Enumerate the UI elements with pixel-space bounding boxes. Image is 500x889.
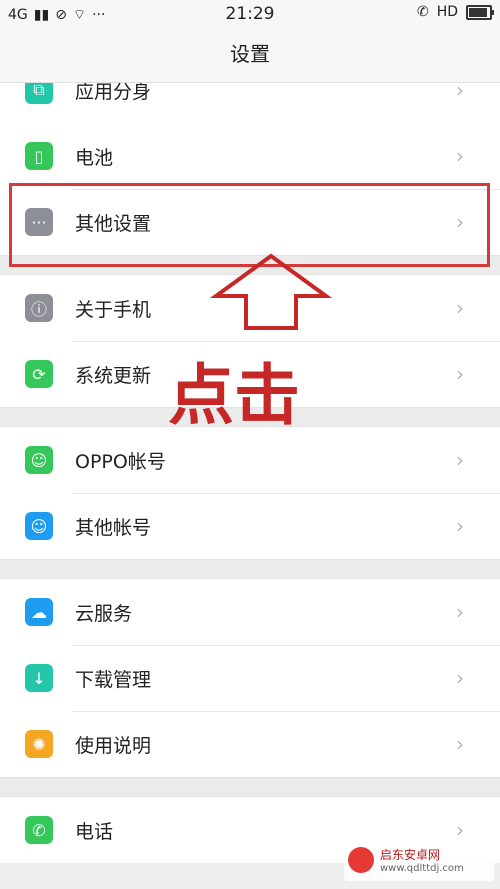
row-other-accounts[interactable]: ☺ 其他帐号 › bbox=[0, 493, 500, 559]
watermark-text: 启东安卓网 www.qdlttdj.com bbox=[380, 846, 464, 874]
watermark-logo bbox=[348, 847, 374, 873]
group-4: ☁ 云服务 › ↓ 下载管理 › ✺ 使用说明 › bbox=[0, 579, 500, 777]
chevron-right-icon: › bbox=[456, 514, 464, 538]
chevron-right-icon: › bbox=[456, 666, 464, 690]
watermark-title: 启东安卓网 bbox=[380, 848, 441, 862]
user-icon: ☺ bbox=[25, 446, 53, 474]
page-title: 设置 bbox=[230, 42, 270, 66]
hd-call-icon: ✆ bbox=[416, 4, 429, 20]
chevron-right-icon: › bbox=[456, 600, 464, 624]
app-clone-icon: ⧉ bbox=[25, 83, 53, 104]
row-label: OPPO帐号 bbox=[75, 450, 166, 473]
battery-icon: ▯ bbox=[25, 142, 53, 170]
group-3: ☺ OPPO帐号 › ☺ 其他帐号 › bbox=[0, 427, 500, 559]
info-icon: ⓘ bbox=[25, 294, 53, 322]
download-icon: ↓ bbox=[25, 664, 53, 692]
chevron-right-icon: › bbox=[456, 144, 464, 168]
battery-indicator bbox=[466, 4, 494, 20]
arrow-up-icon bbox=[210, 253, 332, 330]
row-app-clone[interactable]: ⧉ 应用分身 › bbox=[0, 83, 500, 123]
row-clip: ⧉ 应用分身 › bbox=[0, 83, 500, 123]
status-bar: 4G ▮▮ ⊘ ⌔ ··· 21:29 ✆ HD bbox=[0, 0, 500, 30]
row-label: 下载管理 bbox=[75, 668, 152, 691]
chevron-right-icon: › bbox=[456, 296, 464, 320]
row-label: 使用说明 bbox=[75, 734, 152, 757]
row-battery[interactable]: ▯ 电池 › bbox=[0, 123, 500, 189]
row-download-manager[interactable]: ↓ 下载管理 › bbox=[0, 645, 500, 711]
watermark: 启东安卓网 www.qdlttdj.com bbox=[344, 839, 494, 881]
status-right: ✆ HD bbox=[416, 4, 494, 20]
user-icon: ☺ bbox=[25, 512, 53, 540]
settings-header: 设置 bbox=[0, 30, 500, 83]
annotation-text: 点击 bbox=[168, 356, 300, 434]
chevron-right-icon: › bbox=[456, 83, 464, 102]
hd-badge: HD bbox=[436, 4, 458, 20]
phone-icon: ✆ bbox=[25, 816, 53, 844]
chevron-right-icon: › bbox=[456, 732, 464, 756]
row-label: 电池 bbox=[75, 146, 114, 169]
cloud-icon: ☁ bbox=[25, 598, 53, 626]
row-label: 应用分身 bbox=[75, 83, 152, 103]
chevron-right-icon: › bbox=[456, 818, 464, 842]
row-cloud[interactable]: ☁ 云服务 › bbox=[0, 579, 500, 645]
update-icon: ⟳ bbox=[25, 360, 53, 388]
row-label: 云服务 bbox=[75, 602, 133, 625]
section-gap bbox=[0, 559, 500, 579]
section-gap bbox=[0, 777, 500, 797]
row-user-guide[interactable]: ✺ 使用说明 › bbox=[0, 711, 500, 777]
chevron-right-icon: › bbox=[456, 362, 464, 386]
bulb-icon: ✺ bbox=[25, 730, 53, 758]
watermark-url: www.qdlttdj.com bbox=[380, 863, 464, 874]
chevron-right-icon: › bbox=[456, 448, 464, 472]
battery-level bbox=[469, 7, 487, 17]
row-label: 其他帐号 bbox=[75, 516, 152, 539]
